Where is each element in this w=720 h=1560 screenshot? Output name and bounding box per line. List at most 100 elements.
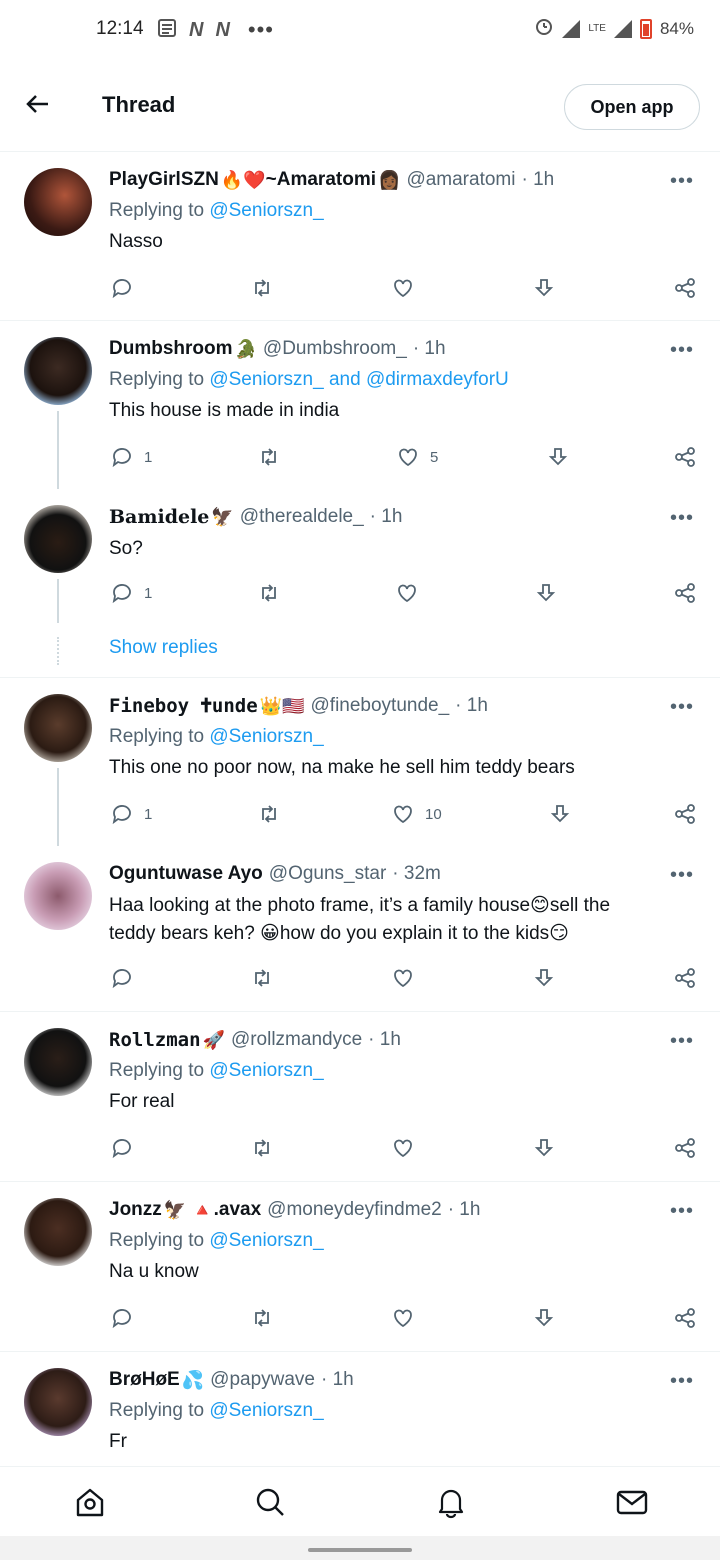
avatar[interactable] (24, 1028, 92, 1096)
reply-mention[interactable]: @Seniorszn_ (209, 1400, 323, 1421)
reply-button[interactable] (110, 966, 134, 990)
reply-icon (112, 448, 131, 468)
more-options-icon[interactable]: ••• (670, 696, 694, 719)
download-button[interactable] (532, 966, 556, 990)
share-button[interactable] (673, 445, 697, 469)
home-indicator[interactable] (308, 1548, 412, 1552)
download-button[interactable] (532, 1306, 556, 1330)
reply-mention[interactable]: @Seniorszn_ (209, 726, 323, 747)
like-button[interactable]: 10 (391, 802, 442, 826)
reply-button[interactable]: 1 (110, 581, 152, 605)
tweet-text: This one no poor now, na make he sell hi… (109, 757, 575, 778)
display-name[interactable]: Oguntuwase Ayo (109, 863, 263, 885)
avatar[interactable] (24, 505, 92, 573)
like-button[interactable] (391, 1306, 415, 1330)
download-button[interactable] (534, 581, 558, 605)
display-name[interactable]: Jonzz (109, 1199, 162, 1221)
reply-button[interactable] (110, 1306, 134, 1330)
tweet[interactable]: PlayGirlSZN 🔥❤️ ~Amaratomi 👩🏾 @amaratomi… (0, 152, 720, 321)
handle[interactable]: @Oguns_star (269, 863, 387, 885)
reply-button[interactable] (110, 276, 134, 300)
home-icon[interactable] (73, 1485, 107, 1519)
like-button[interactable]: 5 (396, 445, 438, 469)
handle[interactable]: @fineboytunde_ (311, 695, 450, 717)
reply-mention[interactable]: @Seniorszn_ (209, 1230, 323, 1251)
handle[interactable]: @therealdele_ (240, 506, 364, 528)
share-button[interactable] (673, 1136, 697, 1160)
retweet-button[interactable] (257, 802, 281, 826)
back-arrow-icon[interactable] (24, 90, 52, 118)
name-emoji: 🔥❤️ (220, 169, 266, 190)
bell-icon[interactable] (434, 1485, 468, 1519)
display-name[interactable]: Fineboy 🕇unde (109, 695, 258, 717)
mail-icon[interactable] (615, 1485, 649, 1519)
handle[interactable]: @rollzmandyce (231, 1029, 362, 1051)
share-button[interactable] (673, 966, 697, 990)
display-name[interactable]: Dumbshroom (109, 338, 233, 360)
download-button[interactable] (532, 1136, 556, 1160)
reply-mention[interactable]: @Seniorszn_ (209, 200, 323, 221)
retweet-button[interactable] (250, 966, 274, 990)
handle[interactable]: @moneydeyfindme2 (267, 1199, 442, 1221)
display-name[interactable]: Rollzman (109, 1029, 201, 1051)
retweet-button[interactable] (250, 1306, 274, 1330)
handle[interactable]: @papywave (210, 1369, 315, 1391)
replying-to-label: Replying to (109, 369, 205, 390)
download-button[interactable] (532, 276, 556, 300)
share-button[interactable] (673, 276, 697, 300)
retweet-button[interactable] (250, 1136, 274, 1160)
reply-mention[interactable]: @Seniorszn_ (209, 369, 323, 390)
share-button[interactable] (673, 581, 697, 605)
download-button[interactable] (548, 802, 572, 826)
avatar[interactable] (24, 337, 92, 405)
tweet[interactable]: BrøHøE 💦 @papywave · 1h ••• Replying to … (0, 1352, 720, 1466)
retweet-button[interactable] (257, 581, 281, 605)
retweet-button[interactable] (250, 276, 274, 300)
more-options-icon[interactable]: ••• (670, 339, 694, 362)
reply-mention[interactable]: @dirmaxdeyforU (366, 369, 509, 390)
reply-icon (112, 805, 131, 825)
tweet[interactable]: Bamidele 🦅 @therealdele_ · 1h ••• So? 1 … (0, 489, 720, 678)
more-options-icon[interactable]: ••• (670, 1370, 694, 1393)
like-button[interactable] (391, 1136, 415, 1160)
like-button[interactable] (391, 966, 415, 990)
more-options-icon[interactable]: ••• (670, 1030, 694, 1053)
display-name-suffix[interactable]: ~Amaratomi (266, 169, 376, 191)
like-button[interactable] (391, 276, 415, 300)
show-replies-link[interactable]: Show replies (109, 637, 218, 659)
share-button[interactable] (673, 1306, 697, 1330)
avatar[interactable] (24, 1198, 92, 1266)
share-button[interactable] (673, 802, 697, 826)
download-button[interactable] (546, 445, 570, 469)
like-button[interactable] (395, 581, 419, 605)
avatar[interactable] (24, 862, 92, 930)
tweet-actions: 1 10 (0, 802, 720, 832)
handle[interactable]: @amaratomi (406, 169, 515, 191)
avatar[interactable] (24, 1368, 92, 1436)
more-options-icon[interactable]: ••• (670, 864, 694, 887)
display-name[interactable]: PlayGirlSZN (109, 169, 219, 191)
handle[interactable]: @Dumbshroom_ (263, 338, 407, 360)
tweet[interactable]: Dumbshroom 🐊 @Dumbshroom_ · 1h ••• Reply… (0, 321, 720, 489)
timestamp: · 1h (521, 169, 555, 190)
retweet-button[interactable] (257, 445, 281, 469)
avatar[interactable] (24, 694, 92, 762)
reply-button[interactable]: 1 (110, 445, 152, 469)
display-name[interactable]: BrøHøE (109, 1369, 180, 1391)
more-options-icon[interactable]: ••• (670, 170, 694, 193)
tweet[interactable]: Oguntuwase Ayo @Oguns_star · 32m ••• Haa… (0, 846, 720, 1012)
tweet-text: For real (109, 1091, 175, 1112)
more-options-icon[interactable]: ••• (670, 507, 694, 530)
reply-button[interactable] (110, 1136, 134, 1160)
display-name[interactable]: Bamidele (109, 506, 209, 528)
reply-mention[interactable]: @Seniorszn_ (209, 1060, 323, 1081)
tweet[interactable]: Jonzz 🦅 🔺 .avax @moneydeyfindme2 · 1h ••… (0, 1182, 720, 1352)
more-options-icon[interactable]: ••• (670, 1200, 694, 1223)
tweet[interactable]: Rollzman 🚀 @rollzmandyce · 1h ••• Replyi… (0, 1012, 720, 1182)
avatar[interactable] (24, 168, 92, 236)
tweet[interactable]: Fineboy 🕇unde 👑🇺🇸 @fineboytunde_ · 1h ••… (0, 678, 720, 846)
display-name-suffix[interactable]: .avax (214, 1199, 262, 1221)
reply-button[interactable]: 1 (110, 802, 152, 826)
search-icon[interactable] (253, 1485, 287, 1519)
open-app-button[interactable]: Open app (564, 84, 700, 130)
